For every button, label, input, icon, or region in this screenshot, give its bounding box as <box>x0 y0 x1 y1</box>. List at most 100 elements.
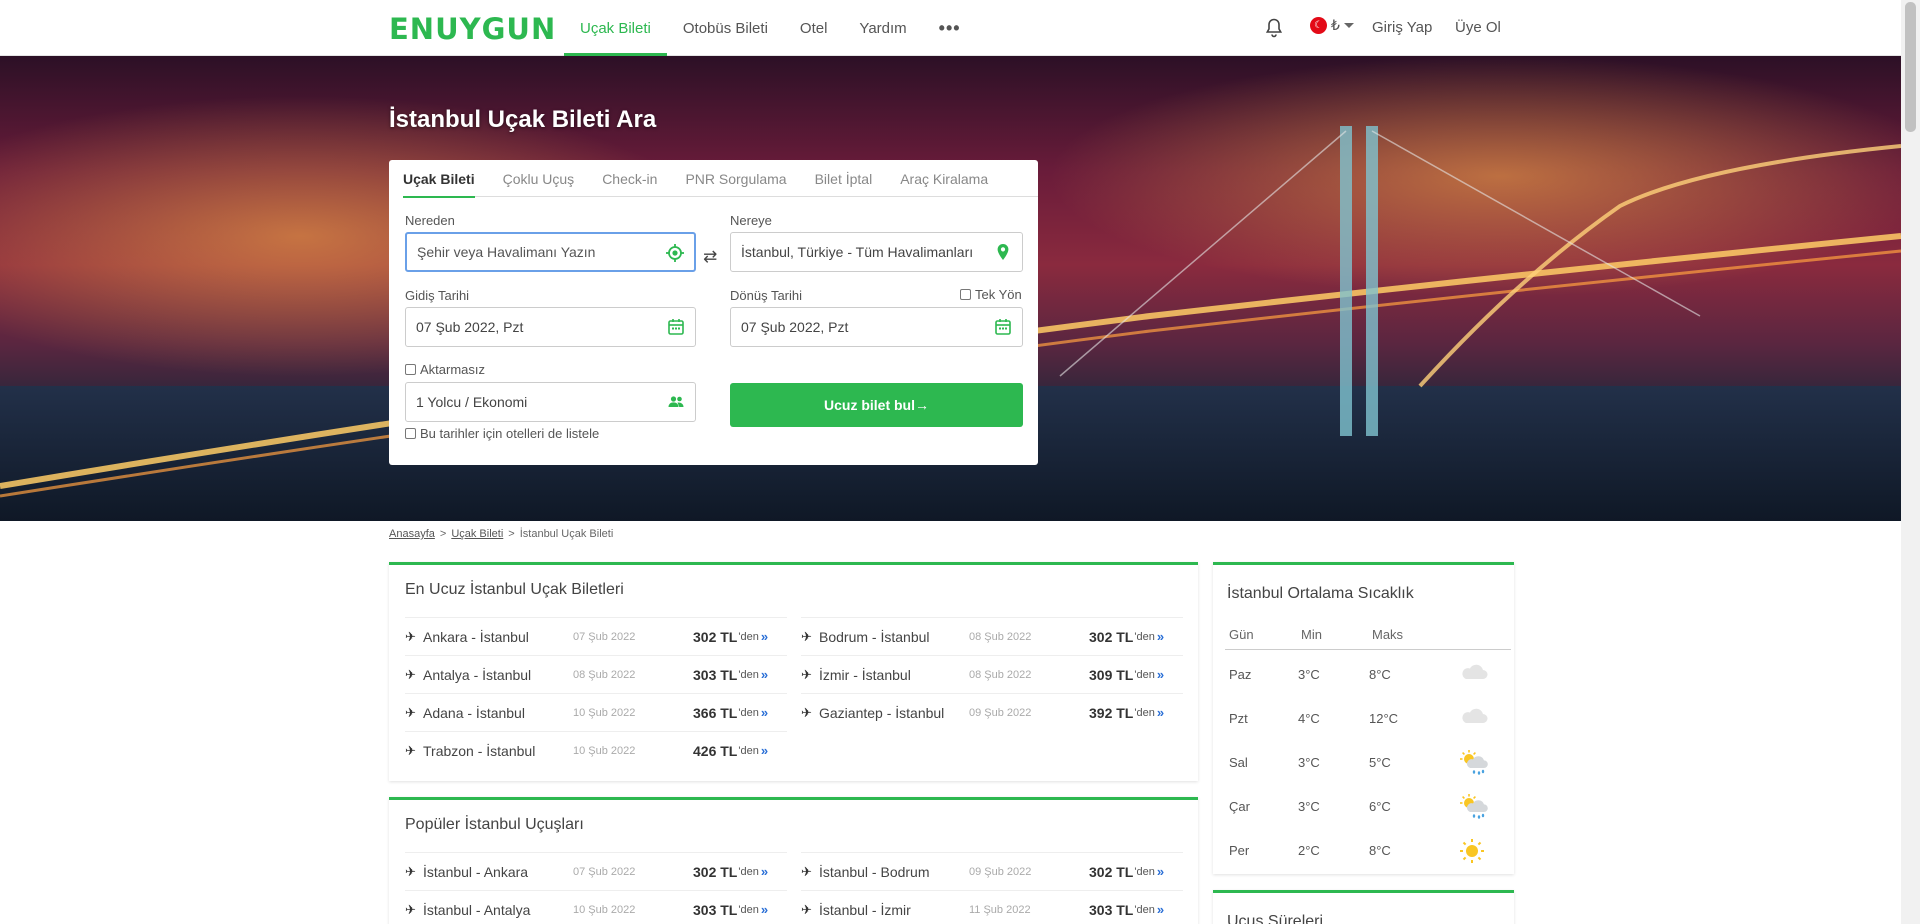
route-name[interactable]: İstanbul - Antalya <box>423 902 573 918</box>
route-row[interactable]: ✈ Bodrum - İstanbul 08 Şub 2022 302 TL'den» <box>801 617 1183 655</box>
tab-car-rental[interactable]: Araç Kiralama <box>886 160 1002 197</box>
notification-bell-icon[interactable] <box>1265 18 1283 38</box>
weather-day: Per <box>1229 842 1250 858</box>
swap-icon[interactable]: ⇄ <box>703 247 717 267</box>
page-title: İstanbul Uçak Bileti Ara <box>389 106 657 133</box>
breadcrumb-separator: > <box>439 528 447 540</box>
route-row[interactable]: ✈ Antalya - İstanbul 08 Şub 2022 303 TL'den… <box>405 655 787 693</box>
route-row[interactable]: ✈ İstanbul - Bodrum 09 Şub 2022 302 TL'den» <box>801 852 1183 890</box>
sun-rain-icon <box>1459 750 1489 775</box>
brand-logo[interactable]: ENUYGUN <box>389 12 556 46</box>
language-currency-selector[interactable]: ☾ ₺ <box>1310 17 1354 34</box>
double-chevron-right-icon[interactable]: » <box>761 864 768 879</box>
route-date: 08 Şub 2022 <box>573 668 636 681</box>
tab-ticket-cancel[interactable]: Bilet İptal <box>801 160 887 197</box>
route-price: 303 TL <box>693 666 738 683</box>
route-name[interactable]: İstanbul - İzmir <box>819 902 969 918</box>
double-chevron-right-icon[interactable]: » <box>1157 629 1164 644</box>
price-suffix: 'den <box>1134 903 1155 916</box>
nonstop-checkbox-box[interactable] <box>405 364 416 375</box>
tab-multi-city[interactable]: Çoklu Uçuş <box>489 160 589 197</box>
double-chevron-right-icon[interactable]: » <box>761 743 768 758</box>
double-chevron-right-icon[interactable]: » <box>761 629 768 644</box>
weather-max: 5°C <box>1369 754 1391 770</box>
search-flights-button[interactable]: Ucuz bilet bul → <box>730 383 1023 427</box>
flight-durations-title: Uçuş Süreleri <box>1227 913 1324 924</box>
nonstop-checkbox[interactable]: Aktarmasız <box>405 362 485 377</box>
depart-date-input[interactable]: 07 Şub 2022, Pzt <box>405 307 696 347</box>
return-date-value: 07 Şub 2022, Pzt <box>741 319 849 335</box>
route-row[interactable]: ✈ İzmir - İstanbul 08 Şub 2022 309 TL'den» <box>801 655 1183 693</box>
route-row[interactable]: ✈ İstanbul - İzmir 11 Şub 2022 303 TL'den» <box>801 890 1183 924</box>
hero-banner: İstanbul Uçak Bileti Ara Uçak Bileti Çok… <box>0 56 1901 521</box>
scrollbar-thumb[interactable] <box>1905 2 1916 132</box>
nav-help[interactable]: Yardım <box>843 0 922 56</box>
one-way-checkbox[interactable]: Tek Yön <box>960 287 1022 302</box>
double-chevron-right-icon[interactable]: » <box>1157 705 1164 720</box>
plane-icon: ✈ <box>801 901 812 917</box>
cloud-icon <box>1459 706 1489 730</box>
breadcrumb-flights[interactable]: Uçak Bileti <box>451 528 503 540</box>
list-hotels-checkbox[interactable]: Bu tarihler için otelleri de listele <box>405 426 599 441</box>
route-price: 426 TL <box>693 742 738 759</box>
route-price: 392 TL <box>1089 704 1134 721</box>
route-name[interactable]: İzmir - İstanbul <box>819 667 969 683</box>
plane-icon: ✈ <box>405 742 416 758</box>
route-row[interactable]: ✈ Gaziantep - İstanbul 09 Şub 2022 392 TL'd… <box>801 693 1183 731</box>
passengers-input[interactable]: 1 Yolcu / Ekonomi <box>405 382 696 422</box>
weather-day: Paz <box>1229 666 1252 682</box>
route-name[interactable]: Gaziantep - İstanbul <box>819 705 969 721</box>
from-input[interactable]: Şehir veya Havalimanı Yazın <box>405 232 696 272</box>
route-name[interactable]: Antalya - İstanbul <box>423 667 573 683</box>
double-chevron-right-icon[interactable]: » <box>761 705 768 720</box>
nav-flights[interactable]: Uçak Bileti <box>564 0 667 56</box>
nav-hotel[interactable]: Otel <box>784 0 844 56</box>
breadcrumb-home[interactable]: Anasayfa <box>389 528 435 540</box>
cheapest-flights-panel: En Ucuz İstanbul Uçak Biletleri ✈ Ankara … <box>389 562 1198 781</box>
price-suffix: 'den <box>738 865 759 878</box>
route-name[interactable]: Ankara - İstanbul <box>423 629 573 645</box>
weather-day: Çar <box>1229 798 1250 814</box>
weather-min: 3°C <box>1298 798 1320 814</box>
tab-check-in[interactable]: Check-in <box>588 160 671 197</box>
weather-min: 4°C <box>1298 710 1320 726</box>
locate-icon[interactable] <box>666 244 684 262</box>
weather-min: 3°C <box>1298 754 1320 770</box>
route-name[interactable]: Adana - İstanbul <box>423 705 573 721</box>
plane-icon: ✈ <box>801 628 812 644</box>
page-scrollbar[interactable] <box>1901 0 1920 924</box>
route-name[interactable]: İstanbul - Bodrum <box>819 864 969 880</box>
route-name[interactable]: Bodrum - İstanbul <box>819 629 969 645</box>
breadcrumb-separator: > <box>508 528 515 540</box>
double-chevron-right-icon[interactable]: » <box>761 902 768 917</box>
one-way-checkbox-box[interactable] <box>960 289 971 300</box>
double-chevron-right-icon[interactable]: » <box>1157 864 1164 879</box>
nav-bus[interactable]: Otobüs Bileti <box>667 0 784 56</box>
list-hotels-checkbox-box[interactable] <box>405 428 416 439</box>
route-row[interactable]: ✈ Trabzon - İstanbul 10 Şub 2022 426 TL'den… <box>405 731 787 769</box>
route-date: 08 Şub 2022 <box>969 668 1032 681</box>
to-value: İstanbul, Türkiye - Tüm Havalimanları <box>741 244 974 260</box>
route-row[interactable]: ✈ Adana - İstanbul 10 Şub 2022 366 TL'den» <box>405 693 787 731</box>
to-input[interactable]: İstanbul, Türkiye - Tüm Havalimanları <box>730 232 1023 272</box>
double-chevron-right-icon[interactable]: » <box>1157 902 1164 917</box>
popular-flights-panel: Popüler İstanbul Uçuşları ✈ İstanbul - An… <box>389 797 1198 924</box>
price-suffix: 'den <box>738 903 759 916</box>
tab-flight-ticket[interactable]: Uçak Bileti <box>403 160 489 198</box>
plane-icon: ✈ <box>801 863 812 879</box>
more-menu-icon[interactable]: ••• <box>923 0 977 56</box>
double-chevron-right-icon[interactable]: » <box>1157 667 1164 682</box>
login-link[interactable]: Giriş Yap <box>1372 19 1432 36</box>
route-name[interactable]: Trabzon - İstanbul <box>423 743 573 759</box>
route-row[interactable]: ✈ İstanbul - Antalya 10 Şub 2022 303 TL'den… <box>405 890 787 924</box>
route-row[interactable]: ✈ Ankara - İstanbul 07 Şub 2022 302 TL'den» <box>405 617 787 655</box>
return-label: Dönüş Tarihi <box>730 288 803 303</box>
map-pin-icon <box>997 244 1009 260</box>
double-chevron-right-icon[interactable]: » <box>761 667 768 682</box>
tab-pnr-lookup[interactable]: PNR Sorgulama <box>671 160 800 197</box>
passengers-value: 1 Yolcu / Ekonomi <box>416 394 528 410</box>
return-date-input[interactable]: 07 Şub 2022, Pzt <box>730 307 1023 347</box>
route-name[interactable]: İstanbul - Ankara <box>423 864 573 880</box>
route-row[interactable]: ✈ İstanbul - Ankara 07 Şub 2022 302 TL'den» <box>405 852 787 890</box>
signup-link[interactable]: Üye Ol <box>1455 19 1501 36</box>
